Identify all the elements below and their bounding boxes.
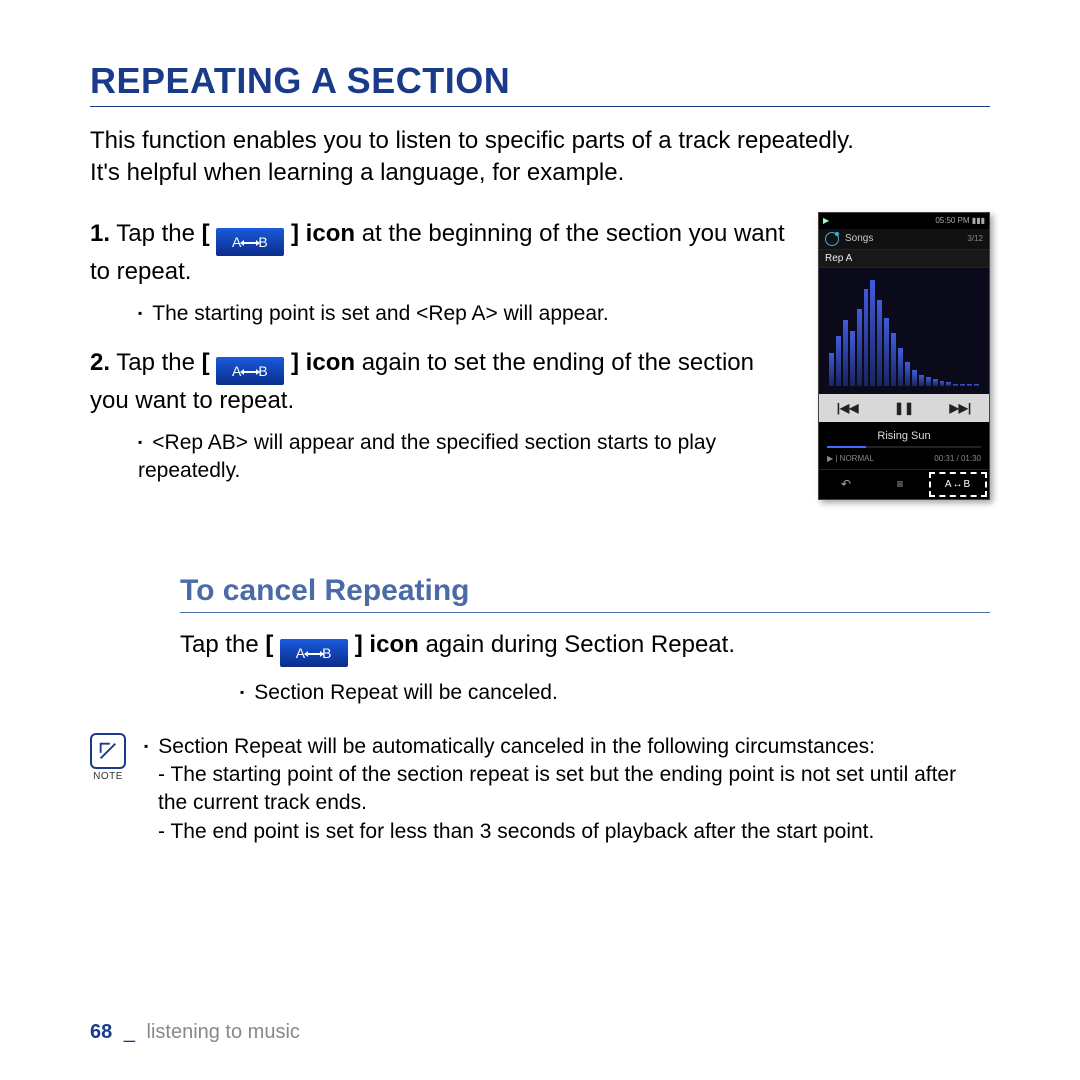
cancel-heading: To cancel Repeating <box>180 574 990 613</box>
step-2-pre: Tap the <box>116 349 195 376</box>
icon-word: icon <box>306 349 355 376</box>
bracket-open: [ <box>202 349 210 376</box>
playback-mode: ▶ | NORMAL <box>827 454 874 463</box>
note-dash-2: - The end point is set for less than 3 s… <box>158 818 990 846</box>
footer-separator: _ <box>124 1021 135 1043</box>
playback-info: ▶ | NORMAL 00:31 / 01:30 <box>819 448 989 469</box>
page-heading: REPEATING A SECTION <box>90 60 990 107</box>
ab-repeat-icon: AB <box>216 228 284 256</box>
cancel-line: Tap the [ AB ] icon again during Section… <box>180 629 990 667</box>
repeat-indicator: Rep A <box>819 249 989 268</box>
bracket-close: ] <box>355 631 363 658</box>
ab-repeat-icon: AB <box>216 357 284 385</box>
playback-controls: |◀◀ ❚❚ ▶▶| <box>819 394 989 422</box>
step-2-number: 2. <box>90 349 110 376</box>
intro-line-2: It's helpful when learning a language, f… <box>90 159 624 186</box>
cancel-sub: Section Repeat will be canceled. <box>240 681 990 705</box>
bracket-open: [ <box>202 220 210 247</box>
icon-word: icon <box>369 631 418 658</box>
intro-line-1: This function enables you to listen to s… <box>90 127 854 154</box>
step-1-post: at the beginning of the section you want… <box>90 220 785 285</box>
device-title-bar: Songs 3/12 <box>819 229 989 249</box>
cancel-post: again during Section Repeat. <box>425 631 735 658</box>
step-2: 2. Tap the [ AB ] icon again to set the … <box>90 347 794 417</box>
step-1-pre: Tap the <box>116 220 195 247</box>
step-1: 1. Tap the [ AB ] icon at the beginning … <box>90 218 794 288</box>
device-bottom-bar: ↶ ≡ A↔B <box>819 469 989 499</box>
page-number: 68 <box>90 1021 112 1043</box>
chapter-title: listening to music <box>147 1021 300 1043</box>
bracket-close: ] <box>291 220 299 247</box>
step-2-sub: <Rep AB> will appear and the specified s… <box>138 429 794 486</box>
note-block: NOTE Section Repeat will be automaticall… <box>90 733 990 846</box>
ab-button-highlight: A↔B <box>929 472 987 497</box>
note-dash-1: - The starting point of the section repe… <box>158 761 990 818</box>
bracket-close: ] <box>291 349 299 376</box>
step-1-sub: The starting point is set and <Rep A> wi… <box>138 300 794 328</box>
track-title: Rising Sun <box>819 422 989 446</box>
device-title: Songs <box>845 233 873 244</box>
device-status-bar: ▶ 05:50 PM ▮▮▮ <box>819 213 989 229</box>
note-label: NOTE <box>90 771 126 782</box>
pause-icon: ❚❚ <box>894 401 914 415</box>
status-play-icon: ▶ <box>823 216 829 225</box>
playback-time: 00:31 / 01:30 <box>934 454 981 463</box>
status-time: 05:50 PM ▮▮▮ <box>935 216 985 225</box>
cancel-pre: Tap the <box>180 631 259 658</box>
ab-repeat-icon: AB <box>280 639 348 667</box>
steps-list: 1. Tap the [ AB ] icon at the beginning … <box>90 210 794 504</box>
equalizer-display <box>819 268 989 394</box>
note-icon <box>90 733 126 769</box>
page-footer: 68 _ listening to music <box>90 1021 300 1044</box>
device-screenshot: ▶ 05:50 PM ▮▮▮ Songs 3/12 Rep A |◀◀ ❚❚ ▶… <box>818 212 990 504</box>
next-track-icon: ▶▶| <box>949 401 971 415</box>
intro-text: This function enables you to listen to s… <box>90 125 990 190</box>
prev-track-icon: |◀◀ <box>837 401 859 415</box>
note-lead: Section Repeat will be automatically can… <box>144 733 990 761</box>
step-1-number: 1. <box>90 220 110 247</box>
music-app-icon <box>825 232 839 246</box>
icon-word: icon <box>306 220 355 247</box>
progress-bar <box>827 446 981 448</box>
back-icon: ↶ <box>819 470 873 499</box>
menu-icon: ≡ <box>873 470 927 499</box>
bracket-open: [ <box>265 631 273 658</box>
track-counter: 3/12 <box>967 234 983 243</box>
